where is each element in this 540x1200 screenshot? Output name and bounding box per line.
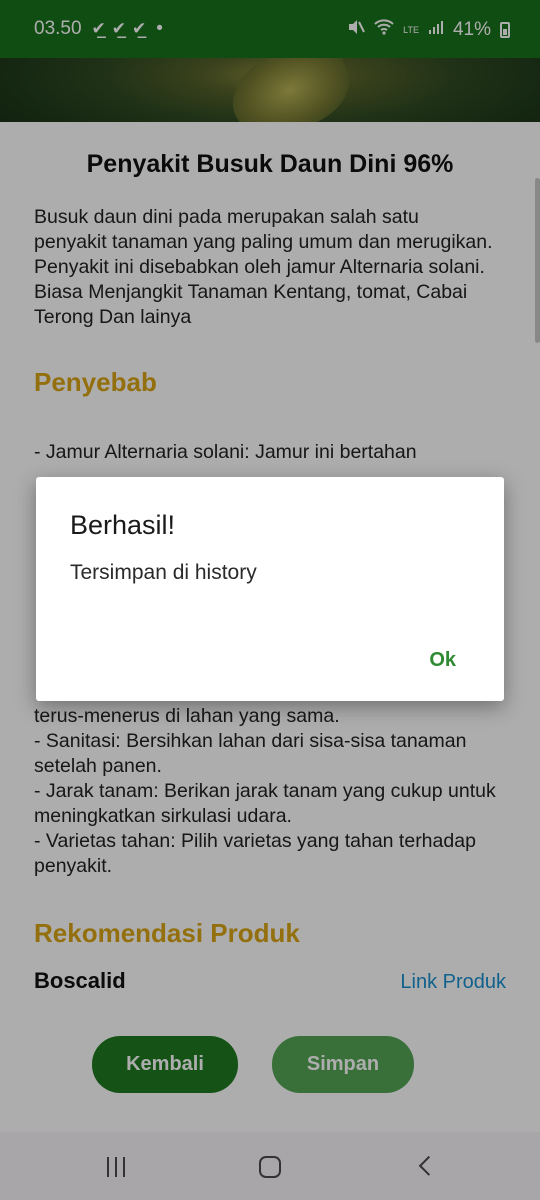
success-dialog: Berhasil! Tersimpan di history Ok — [36, 477, 504, 701]
home-icon[interactable] — [259, 1156, 281, 1178]
system-nav-bar — [0, 1132, 540, 1200]
recent-apps-icon[interactable] — [107, 1157, 125, 1177]
dialog-message: Tersimpan di history — [70, 561, 257, 584]
ok-button[interactable]: Ok — [429, 649, 456, 672]
back-icon[interactable] — [418, 1155, 439, 1176]
dialog-title: Berhasil! — [70, 510, 176, 540]
